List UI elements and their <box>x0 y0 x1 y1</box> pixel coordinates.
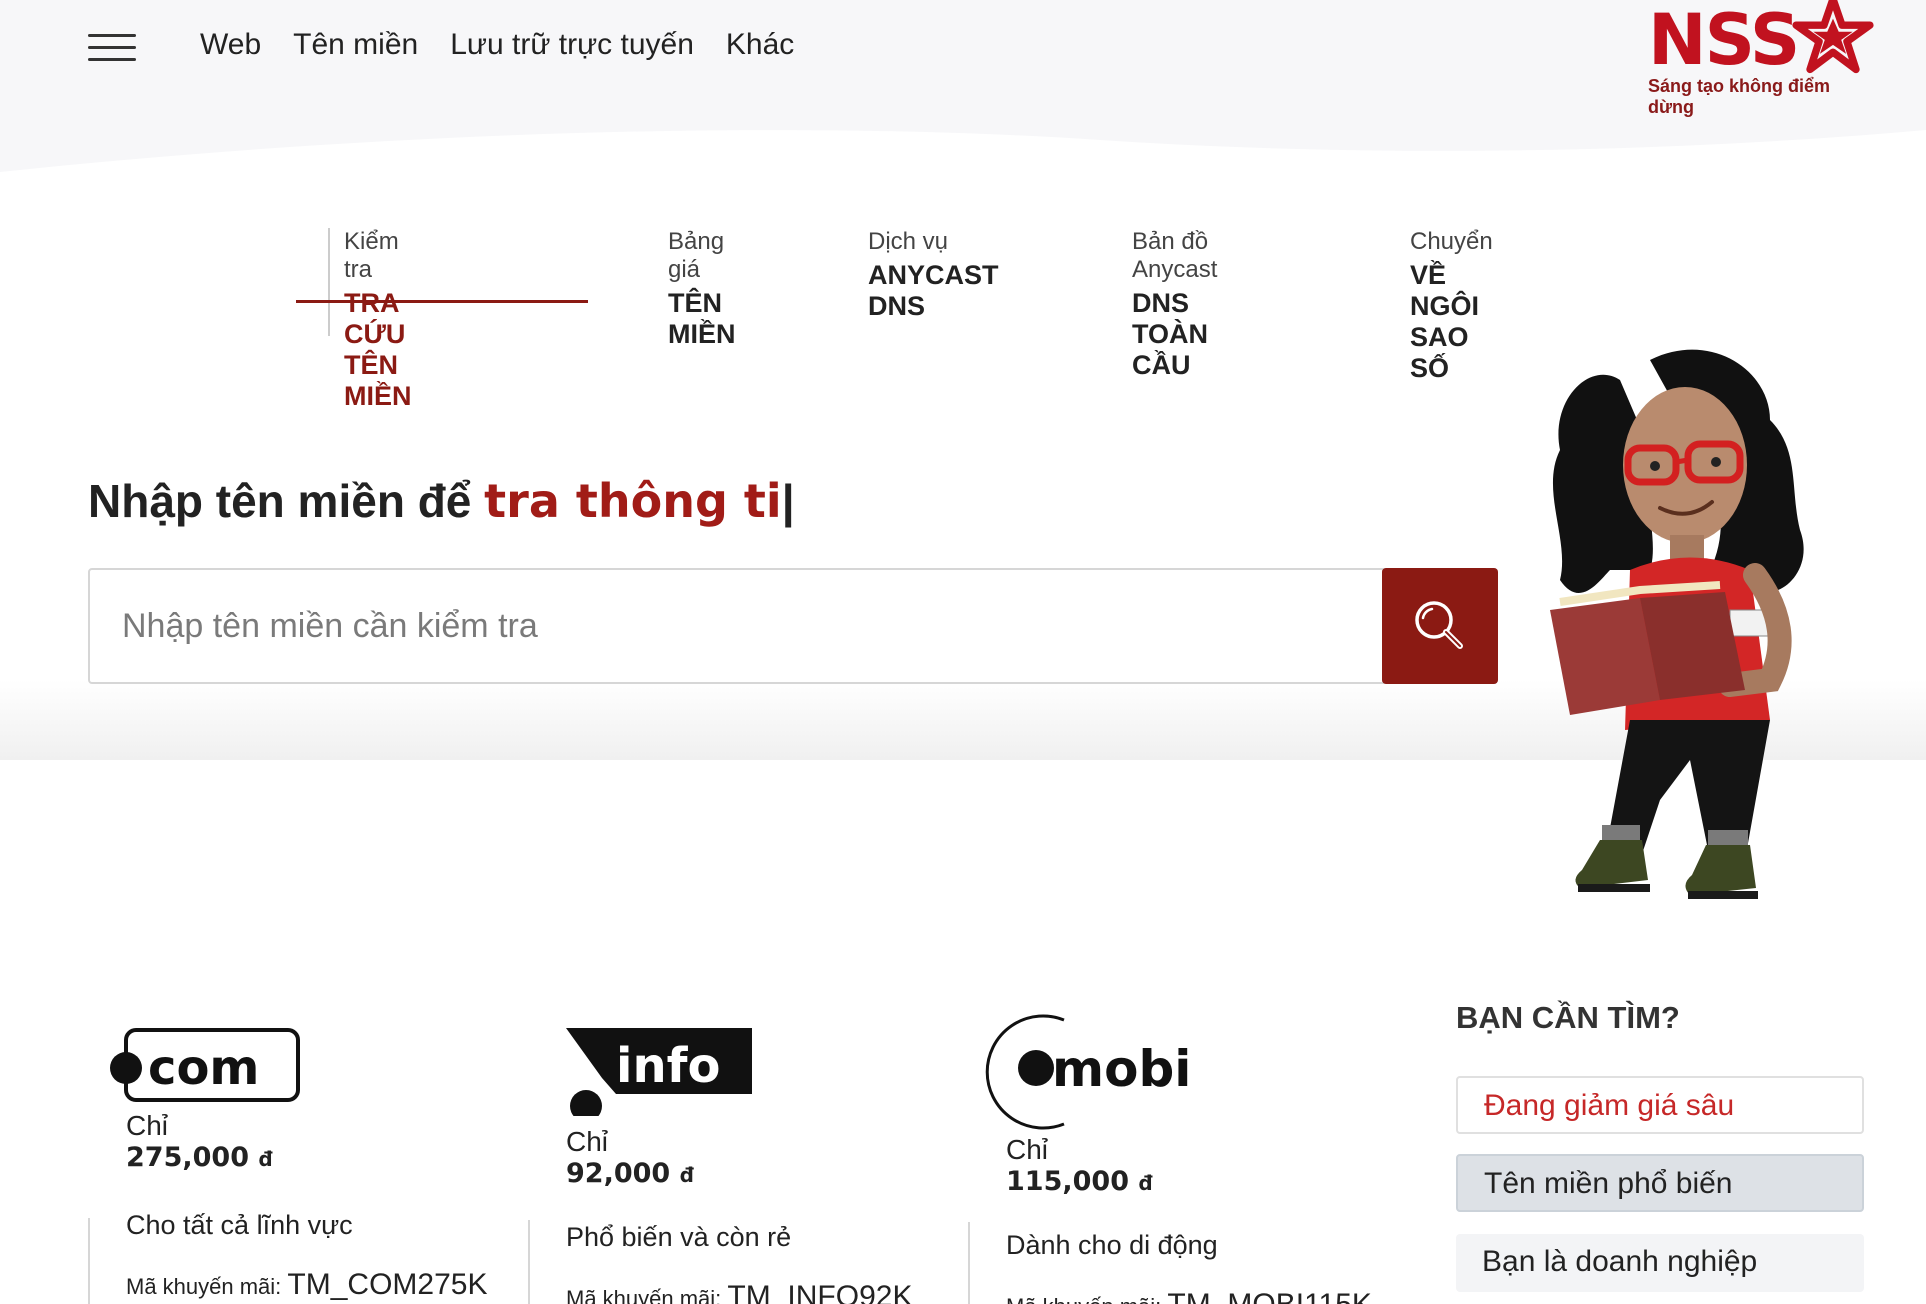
tab-anycast-dns[interactable]: Dịch vụ ANYCAST DNS <box>868 228 999 322</box>
price-prefix: Chỉ <box>126 1110 169 1141</box>
site-header: Web Tên miền Lưu trữ trực tuyến Khác NSS… <box>0 0 1926 180</box>
price-value: 115,000 đ <box>1006 1166 1153 1197</box>
tab-kicker: Kiểm tra <box>344 228 399 283</box>
tab-title: TÊN MIỀN <box>668 288 736 349</box>
info-logo-text: info <box>616 1038 720 1094</box>
price-currency: đ <box>679 1163 694 1187</box>
card-description: Cho tất cả lĩnh vực <box>126 1210 353 1240</box>
price-currency: đ <box>1138 1171 1153 1195</box>
price-currency: đ <box>258 1147 273 1171</box>
hero-heading-prefix: Nhập tên miền để <box>88 475 485 527</box>
hero-heading: Nhập tên miền để tra thông ti| <box>88 474 795 528</box>
com-logo-text: com <box>148 1040 259 1096</box>
promo-code-value: TM_COM275K <box>287 1268 488 1301</box>
star-icon <box>1792 0 1874 74</box>
panel-item-deep-discount[interactable]: Đang giảm giá sâu <box>1456 1076 1864 1134</box>
promo-label: Mã khuyến mãi: <box>566 1286 722 1304</box>
tab-domain-pricing[interactable]: Bảng giá TÊN MIỀN <box>668 228 736 350</box>
tab-kicker: Bảng giá <box>668 228 725 283</box>
search-button[interactable] <box>1382 568 1498 684</box>
card-divider <box>528 1220 530 1304</box>
price-prefix: Chỉ <box>1006 1134 1049 1165</box>
domain-search-box <box>88 568 1384 684</box>
tab-title: TRA CỨU TÊN MIỀN <box>344 288 412 411</box>
card-description: Phổ biến và còn rẻ <box>566 1222 792 1252</box>
info-tld-logo: info <box>566 1028 752 1116</box>
card-description: Dành cho di động <box>1006 1230 1218 1260</box>
tab-kicker: Bản đồ Anycast <box>1132 228 1218 283</box>
active-tab-underline <box>296 300 588 303</box>
tab-kicker: Dịch vụ <box>868 228 949 255</box>
tab-domain-lookup[interactable]: Kiểm tra TRA CỨU TÊN MIỀN <box>344 228 412 412</box>
card-divider <box>968 1222 970 1304</box>
promo-code-value: TM_INFO92K <box>727 1280 913 1304</box>
nav-hosting[interactable]: Lưu trữ trực tuyến <box>450 28 694 62</box>
nav-domain[interactable]: Tên miền <box>293 28 418 62</box>
hamburger-menu-icon[interactable] <box>88 34 136 64</box>
header-wave-decoration <box>0 130 1926 180</box>
promo-label: Mã khuyến mãi: <box>1006 1294 1161 1304</box>
promo-code: Mã khuyến mãi: TM_COM275K <box>126 1268 487 1302</box>
logo-tagline: Sáng tạo không điểm dừng <box>1648 76 1831 117</box>
tab-title: DNS TOÀN CẦU <box>1132 288 1209 380</box>
price-amount: 92,000 <box>566 1158 671 1189</box>
price-amount: 115,000 <box>1006 1166 1129 1197</box>
promo-label: Mã khuyến mãi: <box>126 1274 282 1299</box>
promo-code: Mã khuyến mãi: TM_MOBI115K <box>1006 1288 1372 1304</box>
domain-search-input[interactable] <box>90 570 1382 682</box>
tab-title: VỀ NGÔI SAO SỐ <box>1410 260 1480 383</box>
panel-item-business[interactable]: Bạn là doanh nghiệp <box>1456 1234 1864 1292</box>
tab-divider <box>328 228 330 336</box>
card-divider <box>88 1218 90 1304</box>
price-value: 275,000 đ <box>126 1142 273 1173</box>
mobi-logo-text: mobi <box>1052 1040 1191 1098</box>
panel-item-popular-domains[interactable]: Tên miền phổ biến <box>1456 1154 1864 1212</box>
nss-logo[interactable]: NSS Sáng tạo không điểm dừng <box>1644 0 1874 117</box>
promo-code: Mã khuyến mãi: TM_INFO92K <box>566 1280 912 1304</box>
top-navigation: Web Tên miền Lưu trữ trực tuyến Khác <box>200 28 794 62</box>
tab-title: ANYCAST DNS <box>868 260 999 321</box>
reading-girl-illustration <box>1550 349 1804 899</box>
mobi-tld-logo: mobi <box>985 1014 1191 1130</box>
nav-web[interactable]: Web <box>200 28 261 62</box>
tab-transfer[interactable]: Chuyển VỀ NGÔI SAO SỐ <box>1410 228 1493 384</box>
tab-kicker: Chuyển <box>1410 228 1493 255</box>
panel-title: BẠN CẦN TÌM? <box>1456 1000 1680 1035</box>
promo-code-value: TM_MOBI115K <box>1167 1288 1372 1304</box>
logo-text: NSS <box>1648 0 1800 81</box>
tab-global-dns-map[interactable]: Bản đồ Anycast DNS TOÀN CẦU <box>1132 228 1217 381</box>
com-tld-logo: com <box>110 1028 300 1102</box>
price-value: 92,000 đ <box>566 1158 694 1189</box>
price-prefix: Chỉ <box>566 1126 609 1157</box>
hero-heading-accent: tra thông ti <box>484 474 782 528</box>
search-icon <box>1415 601 1463 649</box>
nav-other[interactable]: Khác <box>726 28 794 62</box>
typing-cursor: | <box>781 475 795 527</box>
price-amount: 275,000 <box>126 1142 249 1173</box>
